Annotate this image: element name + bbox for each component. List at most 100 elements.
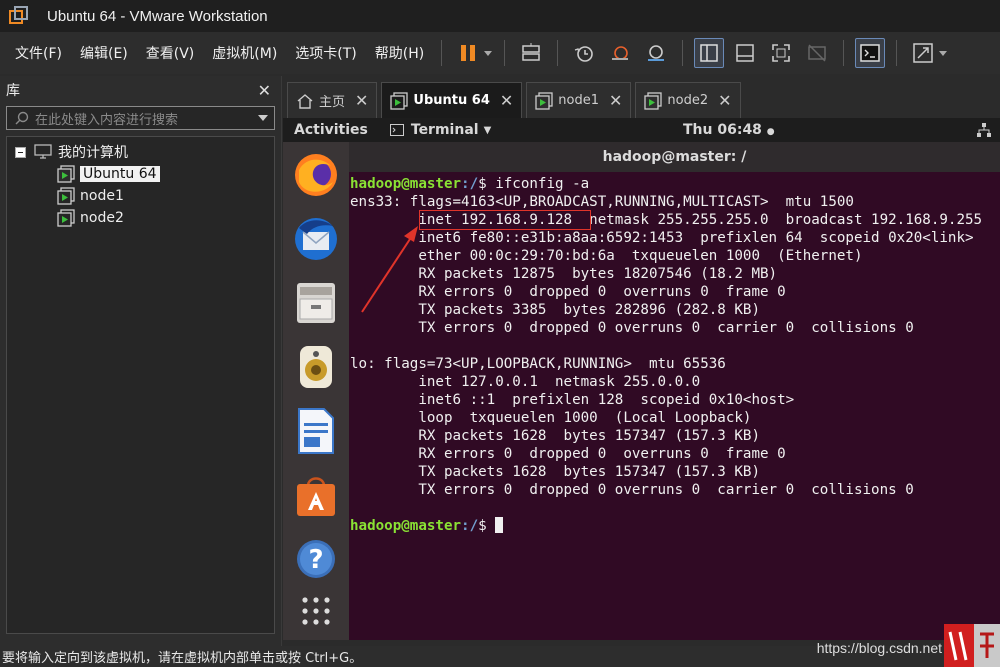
menu-edit[interactable]: 编辑(E) xyxy=(71,43,137,63)
tree-item-node2[interactable]: node2 xyxy=(7,207,274,229)
thunderbird-icon xyxy=(295,218,337,260)
thumbnail-bar-button[interactable] xyxy=(730,38,760,68)
search-icon xyxy=(15,111,29,125)
chevron-down-icon: ▼ xyxy=(483,124,492,136)
ubuntu-dock: ? xyxy=(283,142,349,640)
clock[interactable]: Thu 06:48 ● xyxy=(683,122,775,138)
keyboard-send-icon xyxy=(522,43,540,61)
toolbar-separator xyxy=(504,40,506,66)
activities-button[interactable]: Activities xyxy=(294,122,368,138)
help-icon: ? xyxy=(297,540,335,578)
terminal-line: RX packets 1628 bytes 157347 (157.3 KB) xyxy=(350,428,760,444)
collapse-icon[interactable] xyxy=(15,146,26,158)
dock-firefox[interactable] xyxy=(291,150,341,200)
snapshot-button[interactable] xyxy=(569,38,599,68)
tree-root-my-computer[interactable]: 我的计算机 xyxy=(7,141,274,163)
pause-button[interactable] xyxy=(453,38,483,68)
dock-libreoffice-writer[interactable] xyxy=(291,406,341,456)
menu-tabs[interactable]: 选项卡(T) xyxy=(286,43,365,63)
library-search-input[interactable]: 在此处键入内容进行搜索 xyxy=(6,106,275,130)
tab-ubuntu64[interactable]: Ubuntu 64 ✕ xyxy=(381,82,523,118)
pause-dropdown-icon[interactable] xyxy=(484,50,493,56)
search-dropdown-icon[interactable] xyxy=(258,115,268,121)
terminal-line: loop txqueuelen 1000 (Local Loopback) xyxy=(350,410,752,426)
dock-show-applications[interactable] xyxy=(291,586,341,636)
tab-label: 主页 xyxy=(319,95,346,110)
menu-file[interactable]: 文件(F) xyxy=(0,43,71,63)
snapshot-manager-button[interactable] xyxy=(641,38,671,68)
console-icon xyxy=(860,44,880,62)
terminal-title: hadoop@master: / xyxy=(349,142,1000,172)
library-panel-icon xyxy=(700,44,718,62)
tree-item-label: Ubuntu 64 xyxy=(80,166,160,182)
inet-highlight-box xyxy=(419,210,591,230)
home-icon xyxy=(297,93,313,109)
terminal-line: ether 00:0c:29:70:bd:6a txqueuelen 1000 … xyxy=(350,248,863,264)
pause-icon xyxy=(461,45,476,61)
running-vm-icon xyxy=(57,209,75,227)
prompt-symbol: $ xyxy=(478,518,496,534)
vmware-logo-icon xyxy=(9,6,28,24)
speaker-icon xyxy=(300,346,332,388)
dock-thunderbird[interactable] xyxy=(291,214,341,264)
tab-node1[interactable]: node1 ✕ xyxy=(526,82,632,118)
firefox-icon xyxy=(295,154,337,196)
prompt-user: hadoop@master xyxy=(350,518,462,534)
console-view-button[interactable] xyxy=(855,38,886,68)
text-cursor xyxy=(495,517,504,533)
show-library-button[interactable] xyxy=(694,38,725,68)
fullscreen-icon xyxy=(772,44,791,62)
revert-snapshot-button[interactable] xyxy=(605,38,635,68)
dock-rhythmbox[interactable] xyxy=(291,342,341,392)
library-header: 库 ✕ xyxy=(0,76,281,104)
terminal-window[interactable]: hadoop@master: / hadoop@master:/$ ifconf… xyxy=(349,142,1000,640)
close-tab-icon[interactable]: ✕ xyxy=(718,91,731,110)
toolbar-separator xyxy=(557,40,559,66)
shopping-bag-icon xyxy=(297,477,335,516)
tree-item-label: node1 xyxy=(80,188,124,204)
tree-item-label: node2 xyxy=(80,210,124,226)
ubuntu-top-bar: Activities Terminal ▼ Thu 06:48 ● xyxy=(283,118,1000,142)
close-tab-icon[interactable]: ✕ xyxy=(609,91,622,110)
computer-icon xyxy=(34,144,52,159)
terminal-line: ens33: flags=4163<UP,BROADCAST,RUNNING,M… xyxy=(350,194,854,210)
tree-root-label: 我的计算机 xyxy=(58,145,128,161)
thumbnail-bar-icon xyxy=(736,44,754,62)
fullscreen-button[interactable] xyxy=(766,38,796,68)
dock-software-center[interactable] xyxy=(291,470,341,520)
menu-help[interactable]: 帮助(H) xyxy=(366,43,433,63)
terminal-line: RX packets 12875 bytes 18207546 (18.2 MB… xyxy=(350,266,778,282)
watermark-url: https://blog.csdn.net xyxy=(816,640,942,656)
unity-mode-button[interactable] xyxy=(802,38,832,68)
search-placeholder: 在此处键入内容进行搜索 xyxy=(35,112,179,128)
tab-home[interactable]: 主页 ✕ xyxy=(287,82,378,118)
tree-item-node1[interactable]: node1 xyxy=(7,185,274,207)
app-menu-terminal[interactable]: Terminal ▼ xyxy=(389,122,492,138)
toolbar-separator xyxy=(441,40,443,66)
snapshot-manager-icon xyxy=(648,45,665,61)
dock-help[interactable]: ? xyxy=(291,534,341,584)
close-tab-icon[interactable]: ✕ xyxy=(500,91,513,110)
running-vm-icon xyxy=(57,165,75,183)
close-library-icon[interactable]: ✕ xyxy=(258,81,271,100)
menu-vm[interactable]: 虚拟机(M) xyxy=(203,43,286,63)
writer-document-icon xyxy=(298,408,334,454)
network-wired-icon[interactable] xyxy=(976,122,992,138)
vm-tree: 我的计算机 Ubuntu 64 node1 node2 xyxy=(6,136,275,634)
terminal-line: inet 127.0.0.1 netmask 255.0.0.0 xyxy=(350,374,701,390)
tab-node2[interactable]: node2 ✕ xyxy=(635,82,741,118)
prompt-path: :/ xyxy=(461,518,479,534)
toolbar-separator xyxy=(843,40,845,66)
tab-label: node2 xyxy=(667,93,709,108)
window-title: Ubuntu 64 - VMware Workstation xyxy=(47,7,268,25)
close-tab-icon[interactable]: ✕ xyxy=(355,91,368,110)
dock-files[interactable] xyxy=(291,278,341,328)
terminal-line: RX errors 0 dropped 0 overruns 0 frame 0 xyxy=(350,446,786,462)
menu-view[interactable]: 查看(V) xyxy=(137,43,204,63)
stretch-dropdown-icon[interactable] xyxy=(939,50,948,56)
app-grid-icon xyxy=(302,597,330,625)
tree-item-ubuntu64[interactable]: Ubuntu 64 xyxy=(7,163,274,185)
send-ctrl-alt-del-button[interactable] xyxy=(516,38,546,68)
stretch-guest-button[interactable] xyxy=(908,38,938,68)
stretch-icon xyxy=(913,43,933,63)
